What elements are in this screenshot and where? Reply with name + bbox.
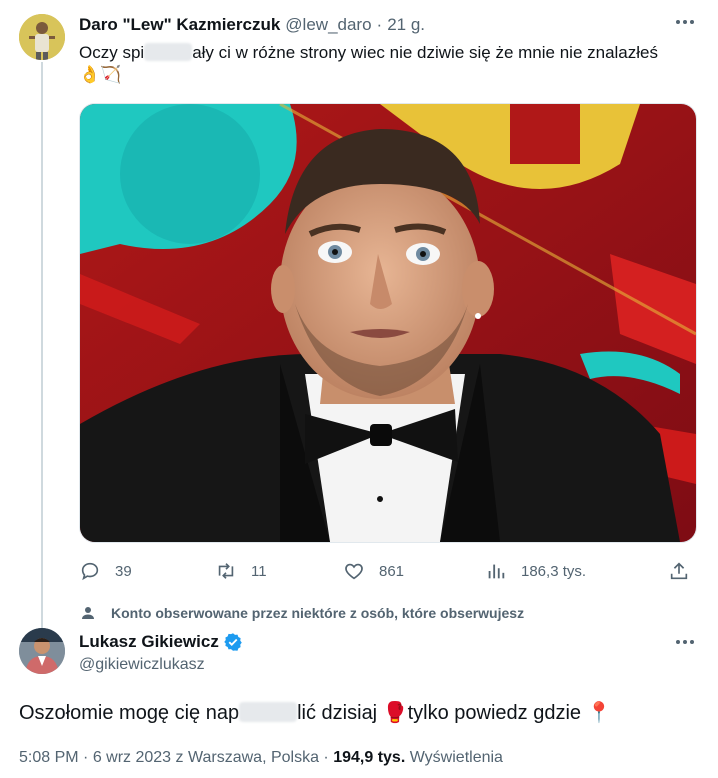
retweet-button[interactable]: 11 — [215, 557, 267, 585]
reply-button[interactable]: 39 — [79, 557, 132, 585]
author-handle[interactable]: @gikiewiczlukasz — [79, 656, 205, 674]
views-total: 194,9 tys. — [333, 749, 406, 766]
more-icon — [676, 640, 694, 644]
verified-badge-icon — [224, 633, 242, 651]
tweet-media-image[interactable] — [79, 103, 697, 543]
retweet-count: 11 — [251, 562, 267, 580]
thread-line — [41, 62, 43, 628]
tweet-metadata: 5:08 PM · 6 wrz 2023 z Warszawa, Polska … — [19, 749, 503, 766]
tweet-location: z Warszawa, Polska — [175, 749, 319, 766]
views-count: 186,3 tys. — [521, 562, 587, 580]
social-context-text: Konto obserwowane przez niektóre z osób,… — [111, 605, 525, 621]
tweet-text-part2: ały ci w różne strony wiec nie dziwie si… — [192, 43, 658, 62]
separator: · — [376, 15, 383, 34]
timestamp[interactable]: 21 g. — [387, 15, 425, 35]
like-button[interactable]: 861 — [343, 557, 404, 585]
avatar[interactable] — [19, 628, 65, 674]
retweet-icon — [218, 563, 234, 579]
tweet-date[interactable]: 6 wrz 2023 — [93, 749, 171, 766]
censored-text — [239, 702, 298, 722]
share-button[interactable] — [668, 557, 704, 585]
reply-icon — [81, 562, 99, 581]
tweet-text: Oczy spi ały ci w różne strony wiec nie d… — [79, 42, 658, 86]
views-button[interactable]: 186,3 tys. — [485, 557, 586, 585]
more-options-button[interactable] — [674, 631, 696, 659]
tweet-text: Oszołomie mogę cię nap lić dzisiaj 🥊tylko… — [19, 700, 611, 726]
heart-icon — [345, 563, 363, 580]
tweet-text-part1: Oszołomie mogę cię nap — [19, 702, 240, 724]
tweet-text-part1: Oczy spi — [79, 43, 145, 62]
analytics-icon — [488, 564, 505, 579]
avatar[interactable] — [19, 14, 65, 60]
social-context[interactable]: Konto obserwowane przez niektóre z osób,… — [79, 604, 524, 622]
author-handle[interactable]: @lew_daro — [285, 15, 371, 35]
tweet-time[interactable]: 5:08 PM — [19, 749, 79, 766]
author-name[interactable]: Lukasz Gikiewicz — [79, 632, 219, 652]
tweet-text-part2: lić dzisiaj 🥊tylko powiedz gdzie 📍 — [297, 702, 612, 724]
views-label: Wyświetlenia — [409, 749, 503, 766]
censored-text — [144, 43, 193, 61]
reply-count: 39 — [115, 562, 132, 580]
more-icon — [676, 20, 694, 24]
author-name[interactable]: Daro "Lew" Kazmierczuk — [79, 15, 280, 35]
share-icon — [670, 562, 688, 580]
person-icon — [82, 607, 94, 619]
emoji-line: 👌🏹 — [79, 65, 122, 84]
like-count: 861 — [379, 562, 405, 580]
more-options-button[interactable] — [674, 11, 696, 39]
